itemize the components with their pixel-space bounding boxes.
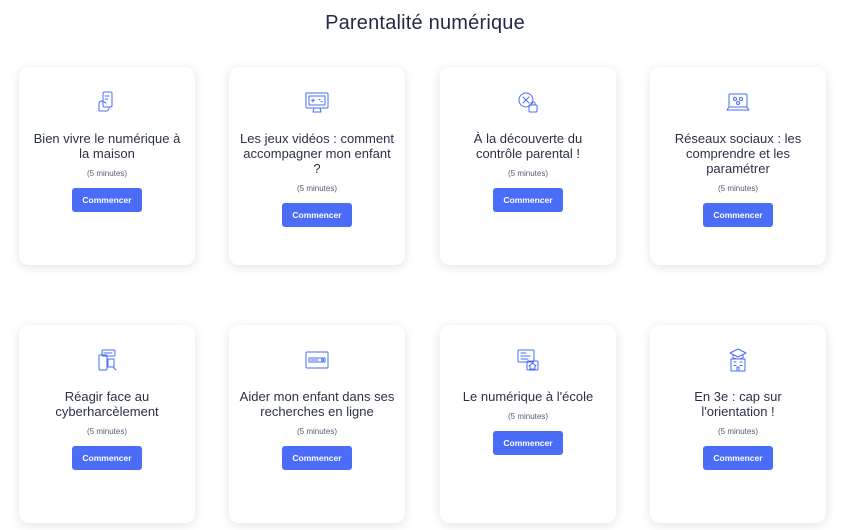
card-duration: (5 minutes) bbox=[507, 169, 548, 178]
laptop-social-icon bbox=[660, 87, 816, 117]
card-title: Le numérique à l'école bbox=[462, 389, 594, 404]
course-card[interactable]: Le numérique à l'école (5 minutes) Comme… bbox=[440, 325, 616, 523]
course-card[interactable]: Bien vivre le numérique à la maison (5 m… bbox=[19, 67, 195, 265]
course-card[interactable]: En 3e : cap sur l'orientation ! (5 minut… bbox=[650, 325, 826, 523]
graduation-building-icon bbox=[660, 345, 816, 375]
card-duration: (5 minutes) bbox=[86, 427, 127, 436]
school-screen-icon bbox=[450, 345, 606, 375]
course-card[interactable]: Les jeux vidéos : comment accompagner mo… bbox=[229, 67, 405, 265]
card-title: En 3e : cap sur l'orientation ! bbox=[694, 389, 782, 419]
card-duration: (5 minutes) bbox=[717, 184, 758, 193]
start-button[interactable]: Commencer bbox=[72, 446, 142, 470]
card-title: Réagir face au cyberharcèlement bbox=[55, 389, 159, 419]
card-title: Réseaux sociaux : les comprendre et les … bbox=[674, 131, 802, 176]
phone-message-icon bbox=[29, 345, 185, 375]
monitor-game-icon bbox=[239, 87, 395, 117]
start-button[interactable]: Commencer bbox=[282, 203, 352, 227]
search-bar-icon bbox=[239, 345, 395, 375]
parental-lock-icon bbox=[450, 87, 606, 117]
card-title: Bien vivre le numérique à la maison bbox=[33, 131, 181, 161]
card-title: Aider mon enfant dans ses recherches en … bbox=[239, 389, 395, 419]
start-button[interactable]: Commencer bbox=[703, 446, 773, 470]
course-card[interactable]: Réseaux sociaux : les comprendre et les … bbox=[650, 67, 826, 265]
page-title: Parentalité numérique bbox=[325, 12, 525, 34]
card-duration: (5 minutes) bbox=[296, 184, 337, 193]
card-title: Les jeux vidéos : comment accompagner mo… bbox=[240, 131, 394, 176]
card-duration: (5 minutes) bbox=[717, 427, 758, 436]
start-button[interactable]: Commencer bbox=[72, 188, 142, 212]
course-card[interactable]: À la découverte du contrôle parental ! (… bbox=[440, 67, 616, 265]
card-duration: (5 minutes) bbox=[86, 169, 127, 178]
card-title: À la découverte du contrôle parental ! bbox=[473, 131, 583, 161]
course-card[interactable]: Aider mon enfant dans ses recherches en … bbox=[229, 325, 405, 523]
start-button[interactable]: Commencer bbox=[493, 188, 563, 212]
start-button[interactable]: Commencer bbox=[282, 446, 352, 470]
course-card[interactable]: Réagir face au cyberharcèlement (5 minut… bbox=[19, 325, 195, 523]
hand-phone-icon bbox=[29, 87, 185, 117]
card-duration: (5 minutes) bbox=[507, 412, 548, 421]
card-duration: (5 minutes) bbox=[296, 427, 337, 436]
start-button[interactable]: Commencer bbox=[703, 203, 773, 227]
start-button[interactable]: Commencer bbox=[493, 431, 563, 455]
page: Parentalité numérique Bien vivre le numé… bbox=[0, 0, 850, 530]
